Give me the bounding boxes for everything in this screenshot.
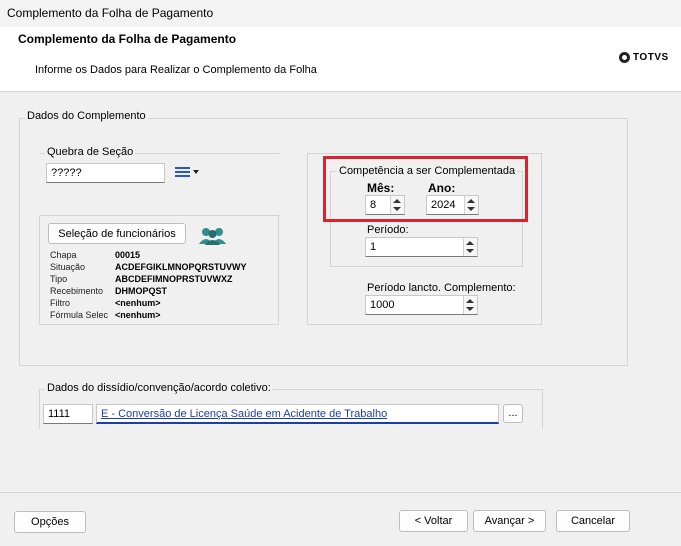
quebra-secao-label: Quebra de Seção [45, 146, 136, 158]
field-label-recebimento: Recebimento [50, 286, 104, 296]
field-value-formula-selec: <nenhum> [115, 310, 161, 320]
periodo-lancto-label: Período lancto. Complemento: [367, 282, 516, 294]
totvs-logo-icon [619, 52, 630, 63]
periodo-value: 1 [370, 241, 377, 253]
dissidio-description-link[interactable]: E - Conversão de Licença Saúde em Aciden… [101, 408, 387, 420]
field-label-situacao: Situação [50, 262, 86, 272]
field-value-chapa: 00015 [115, 250, 141, 260]
periodo-lancto-spinner[interactable] [463, 296, 477, 314]
field-label-formula-selec: Fórmula Selec [50, 310, 109, 320]
dados-complemento-legend: Dados do Complemento [25, 110, 148, 122]
totvs-logo-text: TOTVS [633, 52, 669, 63]
field-value-recebimento: DHMOPQST [115, 286, 168, 296]
dissidio-legend: Dados do dissídio/convenção/acordo colet… [45, 382, 273, 394]
window-title: Complemento da Folha de Pagamento [7, 6, 214, 20]
highlight-box [323, 156, 528, 222]
totvs-logo: TOTVS [619, 52, 669, 63]
field-label-chapa: Chapa [50, 250, 77, 260]
wizard-header: Complemento da Folha de Pagamento Inform… [0, 27, 681, 92]
spin-up-icon[interactable] [466, 241, 474, 245]
periodo-label: Período: [367, 224, 409, 236]
periodo-lancto-value: 1000 [370, 299, 395, 311]
avancar-button[interactable]: Avançar > [473, 510, 546, 532]
dissidio-code-input[interactable]: 1111 [43, 404, 93, 424]
cancelar-button[interactable]: Cancelar [556, 510, 630, 532]
window-titlebar: Complemento da Folha de Pagamento [0, 0, 681, 27]
periodo-input[interactable]: 1 [365, 237, 478, 257]
field-value-filtro: <nenhum> [115, 298, 161, 308]
page-title: Complemento da Folha de Pagamento [18, 32, 237, 46]
voltar-button[interactable]: < Voltar [399, 510, 468, 532]
page-subtitle: Informe os Dados para Realizar o Complem… [35, 64, 317, 76]
selecao-funcionarios-button[interactable]: Seleção de funcionários [48, 223, 186, 244]
field-label-filtro: Filtro [50, 298, 70, 308]
spin-down-icon[interactable] [466, 307, 474, 311]
wizard-body: Dados do Complemento Quebra de Seção ???… [0, 92, 681, 492]
field-value-tipo: ABCDEFIMNOPRSTUVWXZ [115, 274, 233, 284]
quebra-secao-input[interactable]: ????? [46, 163, 165, 183]
opcoes-button[interactable]: Opções [14, 511, 86, 533]
list-picker-icon [175, 167, 199, 177]
periodo-lancto-input[interactable]: 1000 [365, 295, 478, 315]
field-value-situacao: ACDEFGIKLMNOPQRSTUVWY [115, 262, 247, 272]
users-icon [197, 226, 229, 246]
field-label-tipo: Tipo [50, 274, 68, 284]
periodo-spinner[interactable] [463, 238, 477, 256]
dissidio-description-input[interactable]: E - Conversão de Licença Saúde em Aciden… [96, 404, 499, 424]
dissidio-browse-button[interactable]: ... [503, 404, 523, 423]
spin-down-icon[interactable] [466, 249, 474, 253]
wizard-footer: Opções < Voltar Avançar > Cancelar [0, 492, 681, 546]
spin-up-icon[interactable] [466, 299, 474, 303]
secao-picker-button[interactable] [174, 165, 200, 179]
